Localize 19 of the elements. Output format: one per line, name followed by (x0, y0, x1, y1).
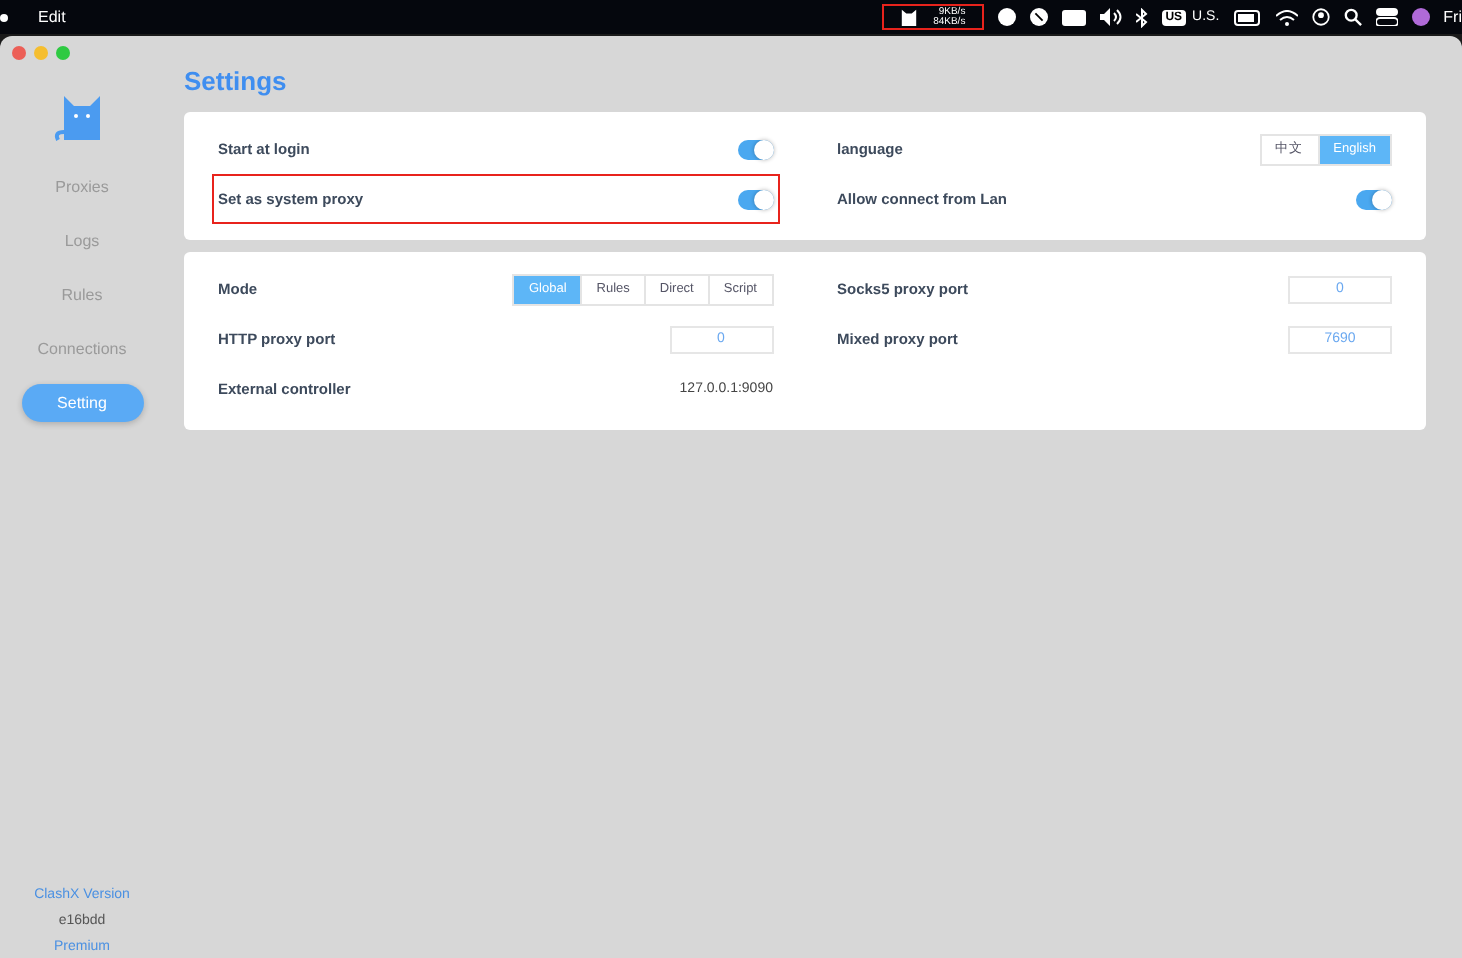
sidebar-item[interactable]: Setting (21, 384, 143, 422)
menu-item[interactable]: Edit (38, 8, 66, 26)
toggle-switch[interactable] (737, 189, 773, 209)
sidebar-item[interactable]: Rules (21, 276, 143, 314)
search-icon[interactable] (1343, 8, 1362, 26)
menu-clock: Fri (1443, 8, 1462, 26)
toggle-switch[interactable] (1356, 189, 1392, 209)
control-center-icon[interactable] (1375, 8, 1398, 26)
sidebar-item[interactable]: Proxies (21, 168, 143, 206)
volume-icon[interactable] (1099, 8, 1122, 26)
page-title: Settings (184, 66, 289, 96)
cat-icon (899, 8, 918, 26)
battery-icon[interactable] (1233, 9, 1262, 25)
bluetooth-icon[interactable] (1135, 7, 1148, 27)
sidebar-item[interactable]: Logs (21, 222, 143, 260)
toggle-switch[interactable] (737, 139, 773, 159)
sidebar-item[interactable]: Connections (21, 330, 143, 368)
assistant-icon[interactable] (1411, 8, 1430, 26)
wifi-icon[interactable] (1275, 9, 1298, 25)
